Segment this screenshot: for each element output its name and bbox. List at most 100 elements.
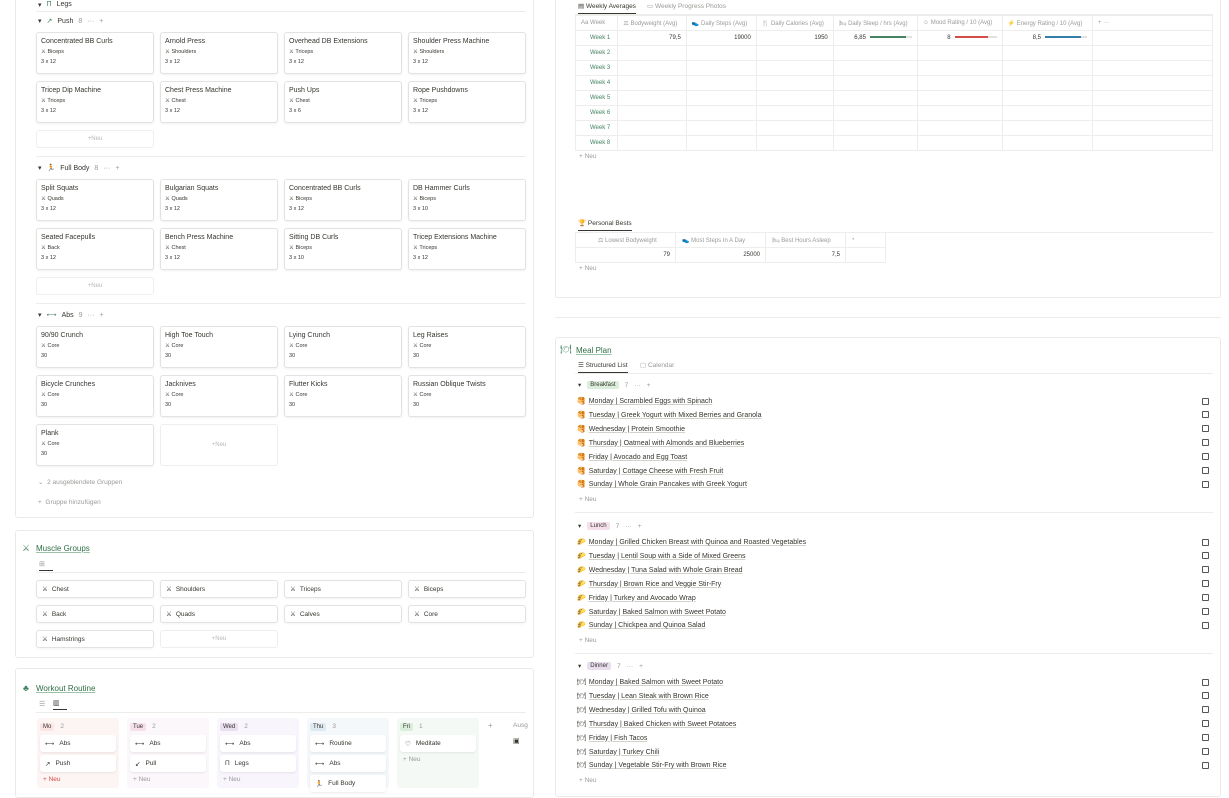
add-group-button[interactable]: + Gruppe hinzufügen <box>38 499 101 506</box>
new-routine-button[interactable]: + Neu <box>40 776 116 783</box>
checkbox[interactable] <box>1202 761 1209 769</box>
meal-item[interactable]: 🥞 Friday | Avocado and Egg Toast <box>577 453 1209 461</box>
exercise-card[interactable]: Sitting DB Curls ⚔ Biceps 3 x 10 <box>284 228 402 270</box>
routine-card[interactable]: ↙ Pull <box>130 755 206 772</box>
muscle-group-card[interactable]: ⚔ Shoulders <box>160 580 278 598</box>
routine-card[interactable]: ⟷ Abs <box>130 735 206 752</box>
new-card-button[interactable]: + Neu <box>36 277 154 295</box>
add-icon[interactable]: + <box>647 382 651 389</box>
checkbox[interactable] <box>1202 453 1209 461</box>
add-icon[interactable]: + <box>115 165 119 172</box>
table-row[interactable]: Week 8 <box>574 135 1213 151</box>
meal-item[interactable]: 🥞 Tuesday | Greek Yogurt with Mixed Berri… <box>577 411 1209 419</box>
new-muscle-group-button[interactable]: + Neu <box>160 630 278 648</box>
cell-week[interactable]: Week 4 <box>574 75 619 91</box>
exercise-card[interactable]: Lying Crunch ⚔ Core 30 <box>284 326 402 368</box>
meal-title[interactable]: Saturday | Cottage Cheese with Fresh Fru… <box>589 468 724 475</box>
cell-week[interactable]: Week 5 <box>574 90 619 106</box>
column-header[interactable]: ⚡ Energy Rating / 10 (Avg) <box>1001 15 1094 31</box>
table-row[interactable]: Week 7 <box>574 120 1213 136</box>
column-header[interactable]: ⚖ Lowest Bodyweight <box>575 232 676 248</box>
collapse-toggle-icon[interactable]: ▾ <box>578 662 581 670</box>
routine-card[interactable]: ↗ Push <box>40 755 116 772</box>
muscle-group-card[interactable]: ⚔ Hamstrings <box>36 630 154 648</box>
exercise-card[interactable]: 90/90 Crunch ⚔ Core 30 <box>36 326 154 368</box>
meal-title[interactable]: Saturday | Baked Salmon with Sweet Potat… <box>589 609 726 616</box>
checkbox[interactable] <box>1202 467 1209 474</box>
exercise-card[interactable]: Jacknives ⚔ Core 30 <box>160 375 278 417</box>
muscle-group-card[interactable]: ⚔ Calves <box>284 605 402 623</box>
collapse-toggle-icon[interactable]: ▾ <box>38 1 42 9</box>
checkbox[interactable] <box>1202 706 1209 714</box>
group-header-push[interactable]: ▾ ↗ Push 8 ··· + <box>38 17 103 26</box>
tab-weekly-averages[interactable]: ▤ Weekly Averages <box>578 2 636 14</box>
cell-week[interactable]: Week 2 <box>574 45 619 61</box>
exercise-card[interactable]: Bulgarian Squats ⚔ Quads 3 x 12 <box>160 179 278 221</box>
more-icon[interactable]: ··· <box>103 165 110 172</box>
meal-item[interactable]: 🌮 Friday | Turkey and Avocado Wrap <box>577 594 1209 602</box>
exercise-card[interactable]: Push Ups ⚔ Chest 3 x 6 <box>284 81 402 123</box>
cell-week[interactable]: Week 1 <box>574 30 619 46</box>
meal-item[interactable]: 🍽 Tuesday | Lean Steak with Brown Rice <box>577 692 1209 700</box>
add-icon[interactable]: + <box>99 18 103 25</box>
meal-title[interactable]: Tuesday | Lean Steak with Brown Rice <box>589 693 709 700</box>
checkbox[interactable] <box>1202 594 1209 602</box>
meal-item[interactable]: 🥞 Thursday | Oatmeal with Almonds and Blu… <box>577 439 1209 447</box>
meal-item[interactable]: 🥞 Monday | Scrambled Eggs with Spinach <box>577 397 1209 405</box>
new-card-button[interactable]: + Neu <box>36 130 154 148</box>
column-header[interactable]: ☺ Mood Rating / 10 (Avg) <box>916 15 1003 31</box>
meal-title[interactable]: Tuesday | Greek Yogurt with Mixed Berrie… <box>589 412 762 419</box>
checkbox[interactable] <box>1202 580 1209 588</box>
routine-card[interactable]: ⟷ Abs <box>310 755 386 772</box>
meal-title[interactable]: Friday | Avocado and Egg Toast <box>589 454 687 461</box>
exercise-card[interactable]: Shoulder Press Machine ⚔ Shoulders 3 x 12 <box>408 32 526 74</box>
table-row[interactable]: Week 5 <box>574 90 1213 106</box>
meal-title[interactable]: Thursday | Brown Rice and Veggie Stir-Fr… <box>589 581 722 588</box>
muscle-group-card[interactable]: ⚔ Core <box>408 605 526 623</box>
meal-item[interactable]: 🍽 Wednesday | Grilled Tofu with Quinoa <box>577 706 1209 714</box>
add-column-button[interactable]: + <box>488 721 493 730</box>
meal-title[interactable]: Sunday | Chickpea and Quinoa Salad <box>589 622 706 629</box>
exercise-card[interactable]: Bench Press Machine ⚔ Chest 3 x 12 <box>160 228 278 270</box>
checkbox[interactable] <box>1202 425 1209 433</box>
collapse-toggle-icon[interactable]: ▾ <box>38 311 42 319</box>
board-view-icon[interactable]: ▥ <box>53 699 67 710</box>
meal-title[interactable]: Wednesday | Tuna Salad with Whole Grain … <box>589 567 743 574</box>
collapse-toggle-icon[interactable]: ▾ <box>38 17 42 25</box>
muscle-group-card[interactable]: ⚔ Back <box>36 605 154 623</box>
new-meal-button[interactable]: + Neu <box>579 637 597 644</box>
pb-new-button[interactable]: + Neu <box>579 265 597 272</box>
exercise-card[interactable]: Seated Facepulls ⚔ Back 3 x 12 <box>36 228 154 270</box>
cell-week[interactable]: Week 3 <box>574 60 619 76</box>
exercise-card[interactable]: Tricep Dip Machine ⚔ Triceps 3 x 12 <box>36 81 154 123</box>
add-column-button[interactable]: + ··· <box>1092 15 1213 31</box>
group-header-abs[interactable]: ▾ ⟷ Abs 9 ··· + <box>38 311 104 320</box>
table-row[interactable]: Week 2 <box>574 45 1213 61</box>
meal-group-header-dinner[interactable]: ▾ Dinner 7 ··· + <box>578 662 643 670</box>
tab-personal-bests[interactable]: 🏆 Personal Bests <box>578 219 632 231</box>
new-routine-button[interactable]: + Neu <box>220 776 296 783</box>
checkbox[interactable] <box>1202 480 1209 488</box>
muscle-group-card[interactable]: ⚔ Triceps <box>284 580 402 598</box>
checkbox[interactable] <box>1202 720 1209 728</box>
tab-calendar[interactable]: ▢ Calendar <box>640 361 674 369</box>
meal-item[interactable]: 🌮 Tuesday | Lentil Soup with a Side of Mi… <box>577 552 1209 560</box>
meal-title[interactable]: Wednesday | Grilled Tofu with Quinoa <box>589 707 706 714</box>
muscle-groups-title[interactable]: Muscle Groups <box>36 544 90 553</box>
meal-item[interactable]: 🥞 Wednesday | Protein Smoothie <box>577 425 1209 433</box>
meal-item[interactable]: 🍽 Thursday | Baked Chicken with Sweet Pot… <box>577 720 1209 728</box>
meal-title[interactable]: Friday | Fish Tacos <box>589 735 648 742</box>
meal-item[interactable]: 🍽 Friday | Fish Tacos <box>577 734 1209 742</box>
meal-item[interactable]: 🍽 Sunday | Vegetable Stir-Fry with Brown … <box>577 761 1209 769</box>
meal-item[interactable]: 🌮 Saturday | Baked Salmon with Sweet Pota… <box>577 608 1209 616</box>
more-icon[interactable]: ··· <box>625 523 632 530</box>
collapse-toggle-icon[interactable]: ▾ <box>38 164 42 172</box>
meal-title[interactable]: Friday | Turkey and Avocado Wrap <box>589 595 696 602</box>
checkbox[interactable] <box>1202 734 1209 742</box>
checkbox[interactable] <box>1202 621 1209 629</box>
routine-card[interactable]: Π Legs <box>220 755 296 772</box>
add-icon[interactable]: + <box>100 312 104 319</box>
exercise-card[interactable]: Bicycle Crunches ⚔ Core 30 <box>36 375 154 417</box>
exercise-card[interactable]: Flutter Kicks ⚔ Core 30 <box>284 375 402 417</box>
checkbox[interactable] <box>1202 692 1209 700</box>
